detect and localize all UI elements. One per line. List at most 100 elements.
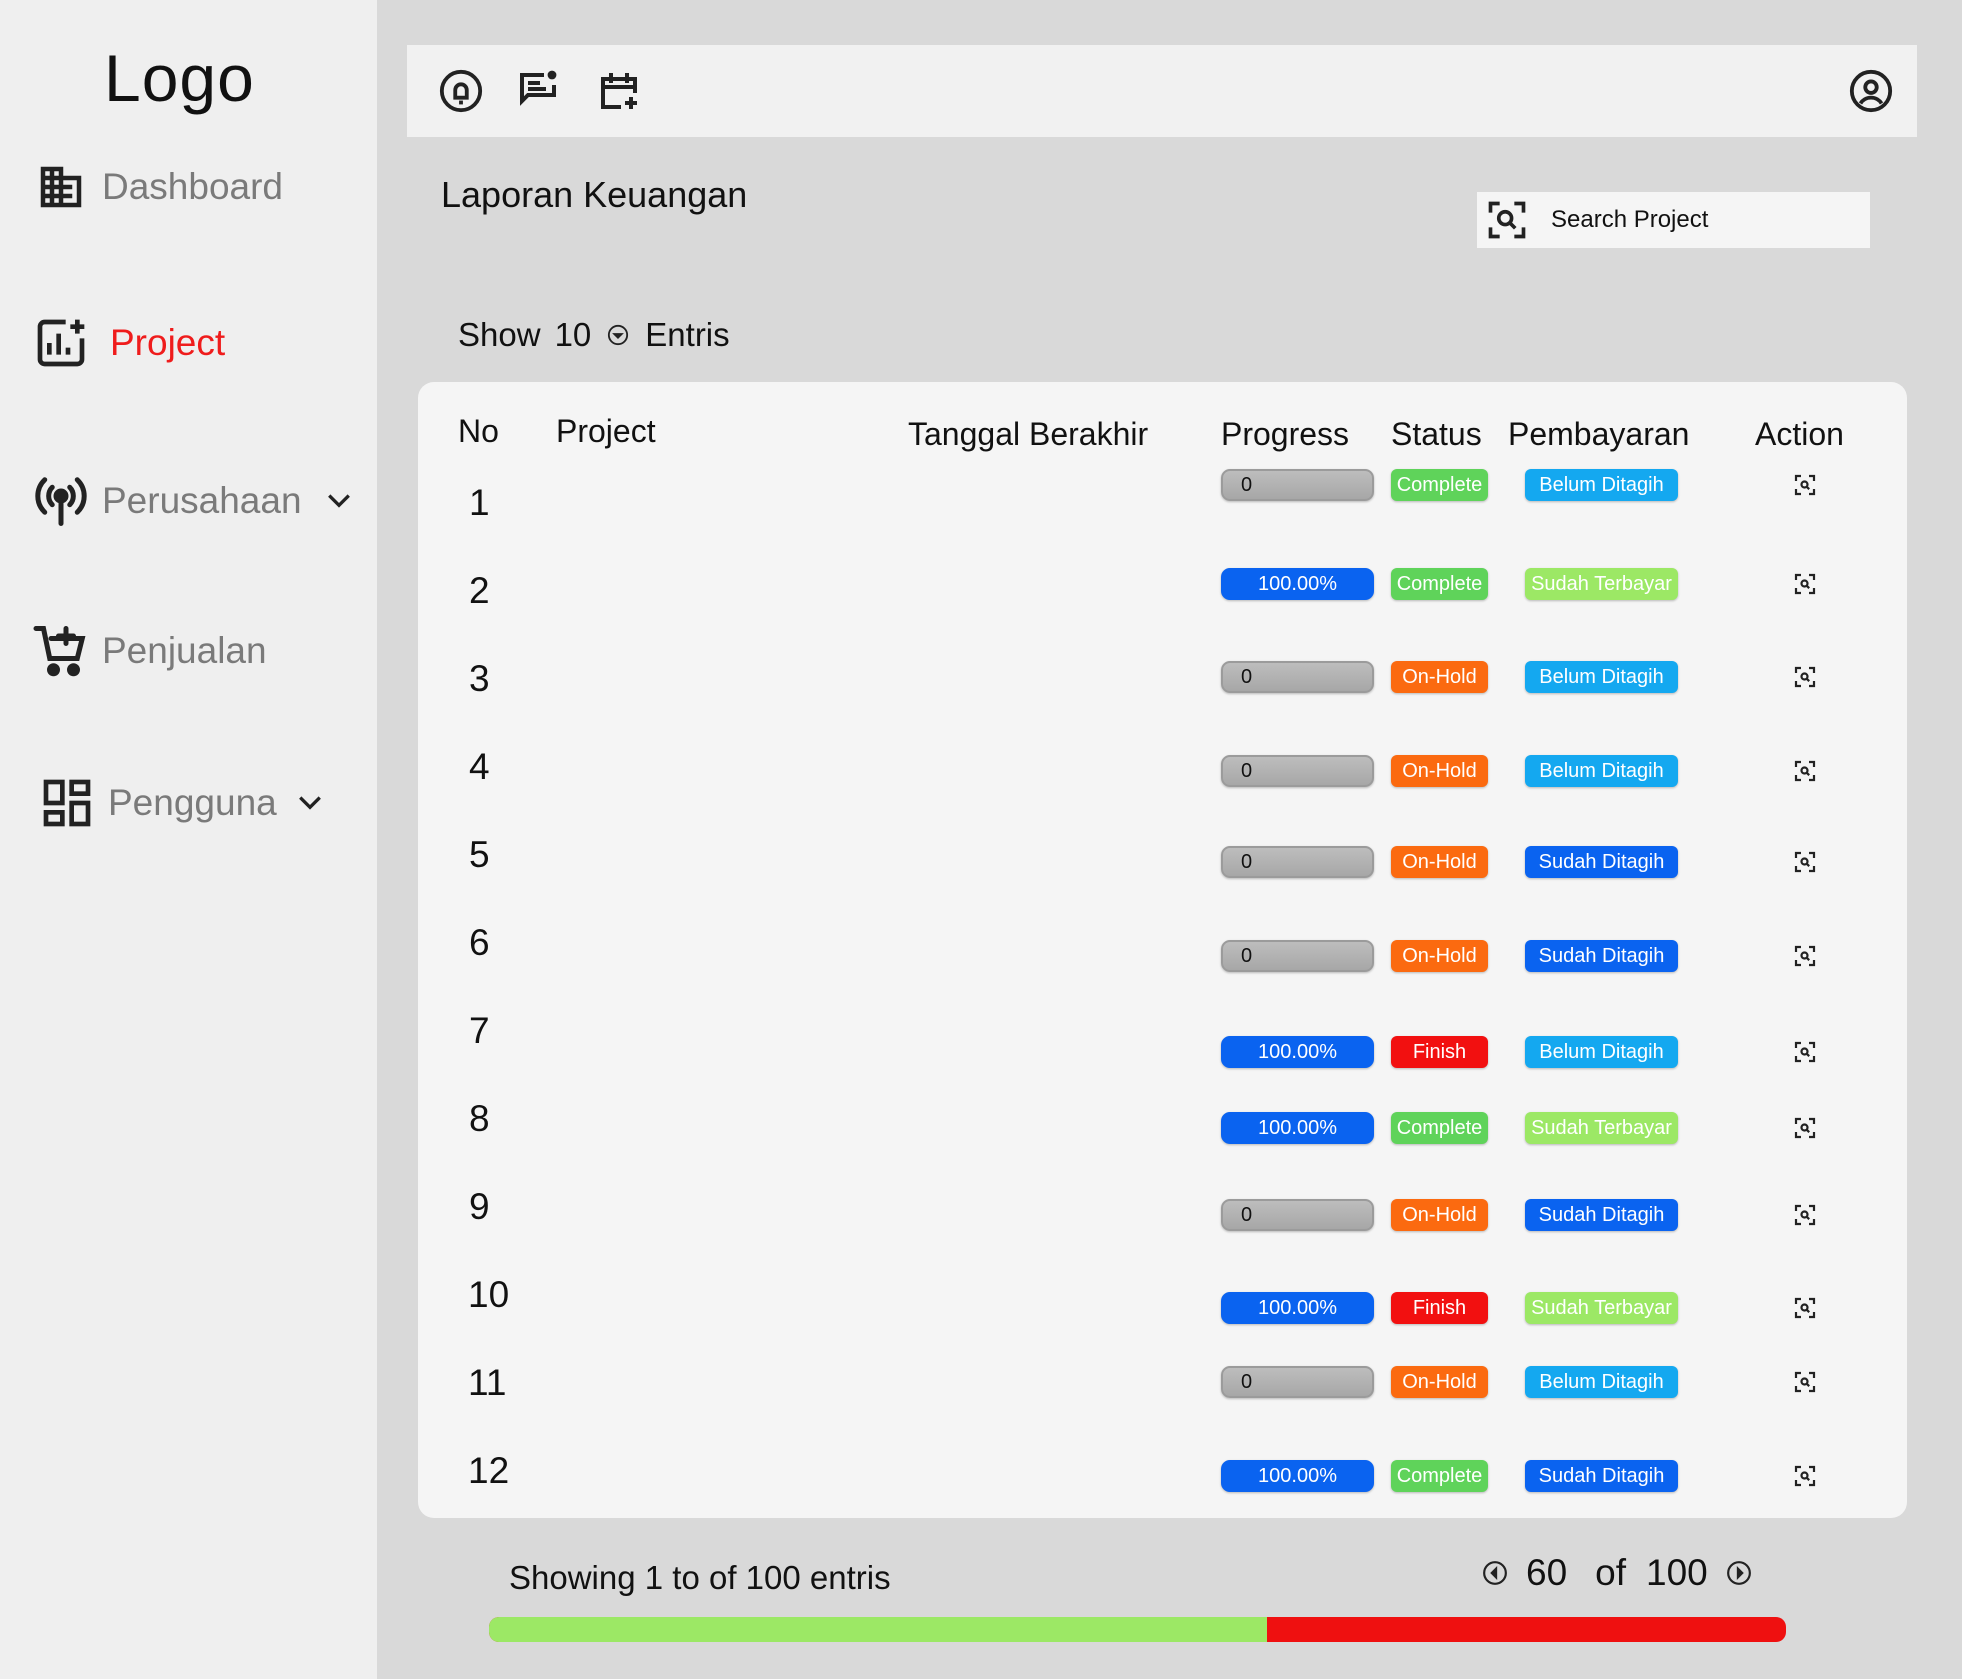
payment-badge: Sudah Terbayar [1525,1112,1678,1144]
page-progress-fill [489,1617,1268,1642]
show-label: Show [458,316,541,353]
payment-badge: Belum Ditagih [1525,661,1678,693]
search-input[interactable] [1551,206,1851,234]
status-badge: On-Hold [1391,940,1488,972]
column-header-no: No [458,413,499,449]
sidebar-item-label: Perusahaan [102,480,302,521]
chart-add-icon [30,312,92,374]
view-detail-icon[interactable] [1790,847,1820,877]
status-badge: Complete [1391,1112,1488,1144]
row-number: 8 [469,1098,490,1139]
payment-badge: Sudah Ditagih [1525,1199,1678,1231]
search-icon[interactable] [1483,196,1531,244]
row-number: 11 [468,1362,507,1403]
view-detail-icon[interactable] [1790,1113,1820,1143]
row-number: 4 [469,746,490,787]
showing-entries-text: Showing 1 to of 100 entris [509,1559,891,1596]
row-number: 7 [469,1010,490,1051]
previous-page-button[interactable] [1480,1558,1510,1588]
search-box[interactable] [1477,192,1870,248]
row-number: 6 [469,922,490,963]
logo: Logo [104,41,255,115]
calendar-add-icon[interactable] [595,67,643,115]
view-detail-icon[interactable] [1790,470,1820,500]
view-detail-icon[interactable] [1790,756,1820,786]
view-detail-icon[interactable] [1790,941,1820,971]
sidebar-item-pengguna[interactable]: Pengguna [36,772,325,834]
column-header-project: Project [556,413,656,449]
building-icon [30,156,92,218]
progress-bar: 0 [1221,940,1374,972]
view-detail-icon[interactable] [1790,662,1820,692]
show-entries: Show 10 Entris [458,316,730,354]
notification-bell-icon[interactable] [437,67,485,115]
payment-badge: Belum Ditagih [1525,1366,1678,1398]
entries-label: Entris [645,316,730,353]
row-number: 12 [468,1450,510,1491]
status-badge: On-Hold [1391,755,1488,787]
sidebar-item-dashboard[interactable]: Dashboard [30,156,283,218]
total-pages: 100 [1646,1552,1708,1593]
payment-badge: Sudah Terbayar [1525,1292,1678,1324]
payment-badge: Belum Ditagih [1525,469,1678,501]
progress-bar: 100.00% [1221,1112,1374,1144]
column-header-payment: Pembayaran [1508,416,1690,452]
project-table [418,382,1907,1518]
row-number: 3 [469,658,490,699]
page-title: Laporan Keuangan [441,174,748,215]
payment-badge: Belum Ditagih [1525,1036,1678,1068]
view-detail-icon[interactable] [1790,1200,1820,1230]
view-detail-icon[interactable] [1790,1367,1820,1397]
row-number: 9 [469,1186,490,1227]
progress-bar: 0 [1221,661,1374,693]
progress-bar: 100.00% [1221,1460,1374,1492]
status-badge: On-Hold [1391,1366,1488,1398]
progress-bar: 100.00% [1221,1292,1374,1324]
progress-bar: 0 [1221,1199,1374,1231]
user-account-icon[interactable] [1847,67,1895,115]
status-badge: On-Hold [1391,846,1488,878]
progress-bar: 0 [1221,846,1374,878]
sidebar-item-label: Dashboard [102,166,284,207]
sidebar-item-label: Penjualan [102,630,267,671]
view-detail-icon[interactable] [1790,1461,1820,1491]
broadcast-icon [30,470,92,532]
status-badge: Complete [1391,1460,1488,1492]
progress-bar: 100.00% [1221,1036,1374,1068]
chevron-down-icon[interactable] [324,486,354,516]
chevron-down-icon[interactable] [295,788,325,818]
row-number: 2 [469,570,490,611]
payment-badge: Belum Ditagih [1525,755,1678,787]
column-header-progress: Progress [1221,416,1350,452]
cart-add-icon [30,620,92,682]
sidebar-item-label: Pengguna [108,782,277,823]
column-header-end-date: Tanggal Berakhir [908,416,1149,452]
view-detail-icon[interactable] [1790,1037,1820,1067]
dashboard-grid-icon [36,772,98,834]
entries-select-value: 10 [554,316,592,353]
next-page-button[interactable] [1724,1558,1754,1588]
top-bar [407,45,1917,137]
payment-badge: Sudah Ditagih [1525,846,1678,878]
payment-badge: Sudah Terbayar [1525,568,1678,600]
row-number: 5 [469,834,490,875]
progress-bar: 0 [1221,755,1374,787]
row-number: 10 [468,1274,510,1315]
view-detail-icon[interactable] [1790,569,1820,599]
sidebar-item-perusahaan[interactable]: Perusahaan [30,470,354,532]
sidebar-item-penjualan[interactable]: Penjualan [30,620,267,682]
column-header-status: Status [1391,416,1482,452]
progress-bar: 100.00% [1221,568,1374,600]
current-page: 60 [1526,1552,1568,1593]
status-badge: On-Hold [1391,661,1488,693]
entries-select[interactable]: 10 [555,316,630,354]
page-progress-bar [489,1617,1786,1642]
of-label: of [1595,1552,1627,1593]
status-badge: Finish [1391,1036,1488,1068]
message-icon[interactable] [514,67,562,115]
progress-bar: 0 [1221,1366,1374,1398]
progress-bar: 0 [1221,469,1374,501]
chevron-down-circle-icon [607,324,629,346]
sidebar-item-project[interactable]: Project [30,312,225,374]
view-detail-icon[interactable] [1790,1293,1820,1323]
